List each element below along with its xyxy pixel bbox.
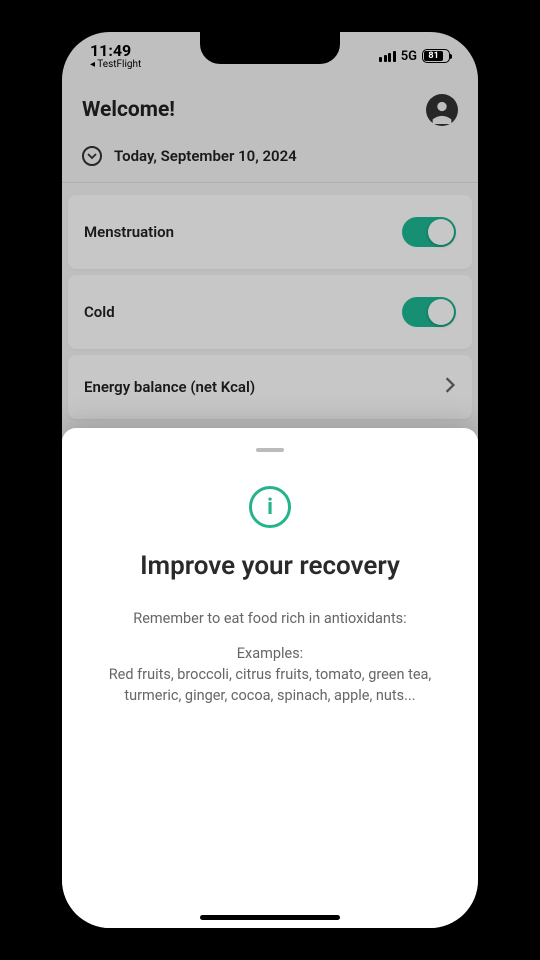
battery-level: 81: [424, 51, 443, 61]
card-label: Menstruation: [84, 223, 174, 241]
profile-button[interactable]: [426, 94, 458, 126]
card-list: Menstruation Cold Energy balance (net Kc…: [62, 183, 478, 419]
status-back-to-app[interactable]: ◂ TestFlight: [90, 60, 141, 70]
signal-icon: [379, 51, 396, 62]
drag-handle[interactable]: [256, 448, 284, 452]
bottom-sheet: i Improve your recovery Remember to eat …: [62, 428, 478, 928]
toggle-cold[interactable]: [402, 297, 456, 327]
volume-down-button: [47, 355, 52, 415]
toggle-menstruation[interactable]: [402, 217, 456, 247]
page-header: Welcome! Today, September 10, 2024: [62, 80, 478, 183]
volume-up-button: [47, 280, 52, 340]
battery-icon: 81: [422, 49, 450, 63]
network-label: 5G: [401, 49, 417, 64]
sheet-body: Remember to eat food rich in antioxidant…: [92, 608, 448, 720]
card-menstruation: Menstruation: [68, 195, 472, 269]
sheet-examples-label: Examples:: [237, 645, 303, 662]
info-icon: i: [249, 486, 291, 528]
card-label: Cold: [84, 303, 115, 321]
sheet-examples-text: Red fruits, broccoli, citrus fruits, tom…: [109, 666, 432, 704]
sheet-title: Improve your recovery: [140, 552, 400, 582]
card-label: Energy balance (net Kcal): [84, 378, 255, 396]
chevron-down-icon: [82, 146, 102, 166]
card-energy-balance[interactable]: Energy balance (net Kcal): [68, 355, 472, 419]
date-selector[interactable]: Today, September 10, 2024: [82, 146, 458, 166]
chevron-right-icon: [444, 377, 456, 397]
date-label: Today, September 10, 2024: [114, 147, 297, 165]
power-button: [488, 280, 493, 370]
user-icon: [428, 96, 456, 124]
page-title: Welcome!: [82, 98, 175, 122]
phone-frame: 11:49 ◂ TestFlight 5G 81 Welcome!: [50, 20, 490, 940]
device-notch: [200, 32, 340, 64]
sheet-line-intro: Remember to eat food rich in antioxidant…: [92, 608, 448, 629]
card-cold: Cold: [68, 275, 472, 349]
mute-switch: [47, 220, 52, 255]
home-indicator[interactable]: [200, 915, 340, 920]
status-time: 11:49: [90, 43, 141, 59]
